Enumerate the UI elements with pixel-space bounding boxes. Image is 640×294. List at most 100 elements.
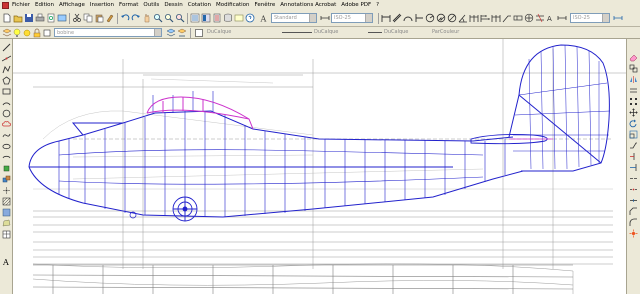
- offset-icon[interactable]: [629, 86, 638, 95]
- dimension-text-edit-icon[interactable]: A: [546, 13, 556, 23]
- aligned-dimension-icon[interactable]: [392, 13, 402, 23]
- menu-insertion[interactable]: Insertion: [90, 2, 114, 8]
- print-icon[interactable]: [35, 13, 45, 23]
- array-icon[interactable]: [629, 97, 638, 106]
- menu-fichier[interactable]: Fichier: [12, 2, 30, 8]
- polygon-icon[interactable]: [2, 76, 11, 85]
- menu-format[interactable]: Format: [119, 2, 138, 8]
- lock-icon[interactable]: [32, 28, 42, 38]
- join-icon[interactable]: [629, 196, 638, 205]
- dim-style-select-2[interactable]: ISO-25: [570, 13, 610, 23]
- layer-previous-icon[interactable]: [177, 28, 187, 38]
- zoom-realtime-icon[interactable]: [153, 13, 163, 23]
- spline-icon[interactable]: [2, 131, 11, 140]
- quick-dimension-icon[interactable]: [469, 13, 479, 23]
- ellipse-arc-icon[interactable]: [2, 153, 11, 162]
- quick-leader-icon[interactable]: [502, 13, 512, 23]
- new-file-icon[interactable]: [2, 13, 12, 23]
- gradient-icon[interactable]: [2, 208, 11, 217]
- layer-manager-icon[interactable]: [2, 28, 12, 38]
- cut-icon[interactable]: [72, 13, 82, 23]
- save-icon[interactable]: [24, 13, 34, 23]
- copy-clip-icon[interactable]: [83, 13, 93, 23]
- color-select[interactable]: DuCalque: [205, 28, 273, 37]
- line-icon[interactable]: [2, 43, 11, 52]
- revision-cloud-icon[interactable]: [2, 120, 11, 129]
- menu-annotations-acrobat[interactable]: Annotations Acrobat: [280, 2, 336, 8]
- fillet-icon[interactable]: [629, 218, 638, 227]
- table-icon[interactable]: [2, 230, 11, 239]
- lineweight-select[interactable]: DuCalque: [382, 28, 426, 37]
- scale-icon[interactable]: [629, 130, 638, 139]
- dim-style-select[interactable]: ISO-25: [331, 13, 373, 23]
- dim-style-icon[interactable]: [320, 13, 330, 23]
- stretch-icon[interactable]: [629, 141, 638, 150]
- zoom-window-icon[interactable]: [164, 13, 174, 23]
- arc-icon[interactable]: [2, 98, 11, 107]
- tool-palettes-icon[interactable]: [212, 13, 222, 23]
- circle-icon[interactable]: [2, 109, 11, 118]
- match-properties-icon[interactable]: [105, 13, 115, 23]
- polyline-icon[interactable]: [2, 65, 11, 74]
- linear-dimension-icon[interactable]: [381, 13, 391, 23]
- extend-icon[interactable]: [629, 163, 638, 172]
- hatch-icon[interactable]: [2, 197, 11, 206]
- help-icon[interactable]: [245, 13, 255, 23]
- markup-set-icon[interactable]: [234, 13, 244, 23]
- freeze-sun-icon[interactable]: [22, 28, 32, 38]
- menu-modification[interactable]: Modification: [216, 2, 250, 8]
- menu-cotation[interactable]: Cotation: [188, 2, 211, 8]
- menu-help[interactable]: ?: [376, 2, 379, 8]
- mirror-icon[interactable]: [629, 75, 638, 84]
- make-block-icon[interactable]: [2, 175, 11, 184]
- diameter-dimension-icon[interactable]: [447, 13, 457, 23]
- properties-icon[interactable]: [190, 13, 200, 23]
- dbconnect-icon[interactable]: [223, 13, 233, 23]
- ordinate-dimension-icon[interactable]: [414, 13, 424, 23]
- menu-dessin[interactable]: Dessin: [164, 2, 182, 8]
- construction-line-icon[interactable]: [2, 54, 11, 63]
- ellipse-icon[interactable]: [2, 142, 11, 151]
- break-point-icon[interactable]: [629, 174, 638, 183]
- arc-length-icon[interactable]: [403, 13, 413, 23]
- layer-color-swatch-icon[interactable]: [42, 28, 52, 38]
- mtext-icon[interactable]: A: [3, 258, 9, 267]
- redo-icon[interactable]: [131, 13, 141, 23]
- plot-style-select[interactable]: ParCouleur: [430, 28, 490, 37]
- make-current-layer-icon[interactable]: [166, 28, 176, 38]
- drawing-canvas[interactable]: [13, 39, 626, 294]
- center-mark-icon[interactable]: [524, 13, 534, 23]
- undo-icon[interactable]: [120, 13, 130, 23]
- rectangle-icon[interactable]: [2, 87, 11, 96]
- menu-fenetre[interactable]: Fenêtre: [255, 2, 276, 8]
- dimension-edit-icon[interactable]: [535, 13, 545, 23]
- open-folder-icon[interactable]: [13, 13, 23, 23]
- pan-realtime-icon[interactable]: [142, 13, 152, 23]
- radius-dimension-icon[interactable]: [425, 13, 435, 23]
- menu-edition[interactable]: Edition: [35, 2, 54, 8]
- layer-select[interactable]: bobine: [54, 28, 162, 37]
- design-center-icon[interactable]: [201, 13, 211, 23]
- angular-dimension-icon[interactable]: [458, 13, 468, 23]
- text-style-select[interactable]: Standard: [271, 13, 317, 23]
- menu-affichage[interactable]: Affichage: [59, 2, 85, 8]
- dimension-update-icon[interactable]: [557, 13, 567, 23]
- linetype-select[interactable]: DuCalque: [312, 28, 366, 37]
- dimension-style-icon[interactable]: [613, 13, 623, 23]
- light-bulb-icon[interactable]: [12, 28, 22, 38]
- menu-adobe-pdf[interactable]: Adobe PDF: [341, 2, 371, 8]
- explode-icon[interactable]: [629, 229, 638, 238]
- continue-dimension-icon[interactable]: [491, 13, 501, 23]
- paste-icon[interactable]: [94, 13, 104, 23]
- tolerance-icon[interactable]: [513, 13, 523, 23]
- chamfer-icon[interactable]: [629, 207, 638, 216]
- erase-icon[interactable]: [629, 53, 638, 62]
- print-preview-icon[interactable]: [46, 13, 56, 23]
- menu-outils[interactable]: Outils: [143, 2, 159, 8]
- move-icon[interactable]: [629, 108, 638, 117]
- autocad-app-icon[interactable]: [2, 1, 9, 9]
- jogged-dimension-icon[interactable]: [436, 13, 446, 23]
- copy-icon[interactable]: [629, 64, 638, 73]
- region-icon[interactable]: [2, 219, 11, 228]
- publish-icon[interactable]: [57, 13, 67, 23]
